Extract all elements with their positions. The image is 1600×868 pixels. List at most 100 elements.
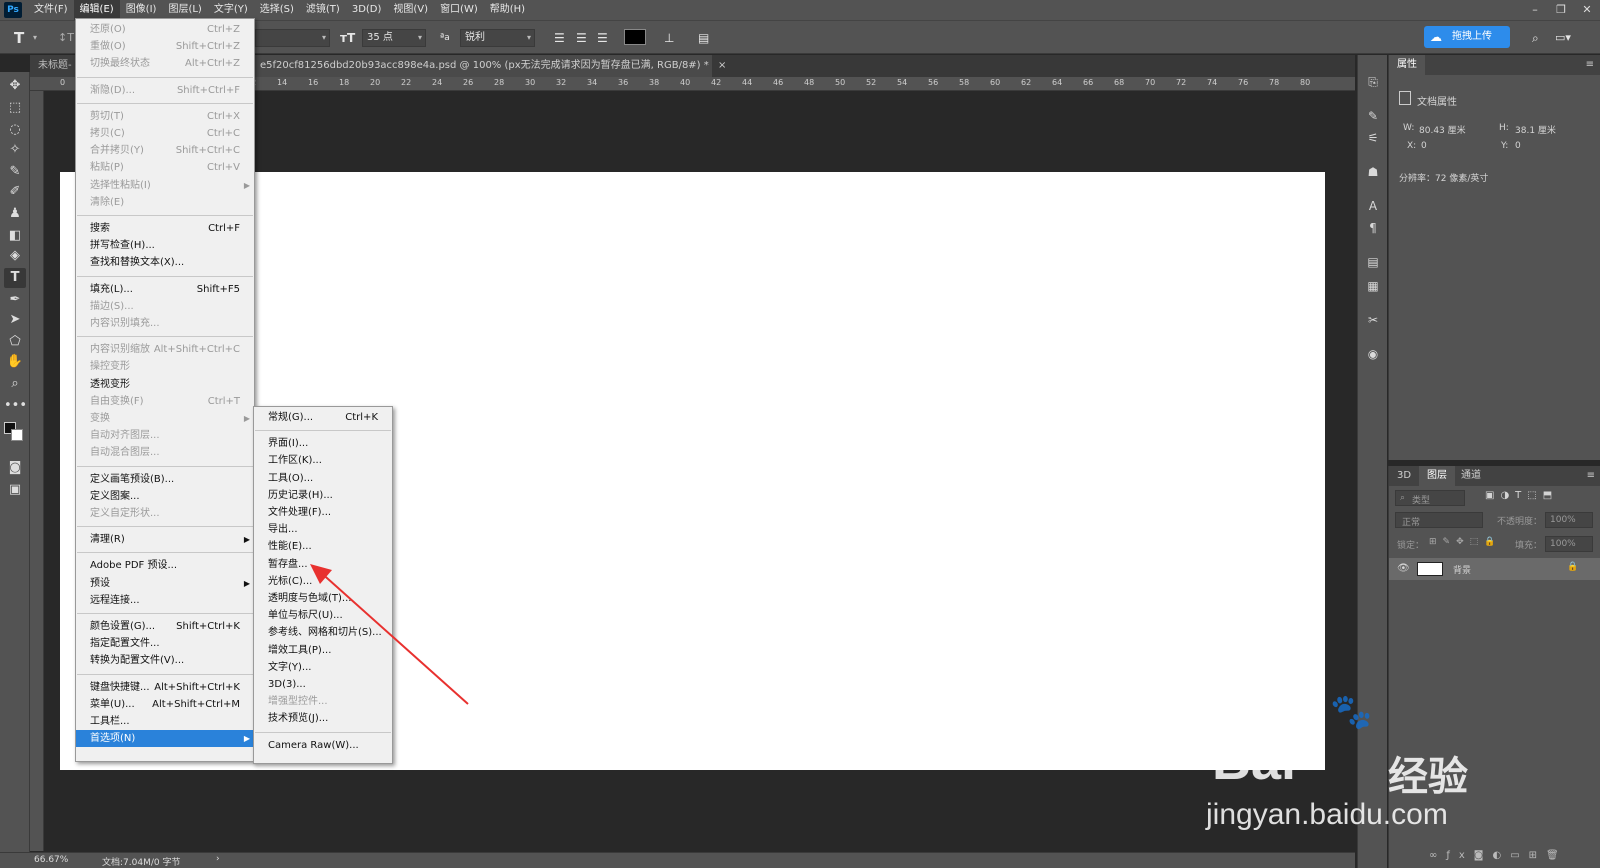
move-tool-icon[interactable]: ✥ bbox=[4, 76, 26, 96]
menu-item[interactable]: 导出... bbox=[254, 521, 392, 538]
hand-tool-icon[interactable]: ✋ bbox=[4, 352, 26, 372]
restore-button[interactable]: ❐ bbox=[1548, 0, 1574, 20]
marquee-tool-icon[interactable]: ⬚ bbox=[4, 98, 26, 118]
close-button[interactable]: ✕ bbox=[1574, 0, 1600, 20]
quick-mask-icon[interactable]: ◙ bbox=[4, 458, 26, 478]
menu-item[interactable]: 性能(E)... bbox=[254, 538, 392, 555]
text-color-swatch[interactable] bbox=[624, 29, 646, 45]
menu-item[interactable]: 选择性粘贴(I) ▶ bbox=[76, 177, 254, 194]
paint-bucket-tool-icon[interactable]: ◈ bbox=[4, 246, 26, 266]
adjustments-icon[interactable]: ⚟ bbox=[1363, 129, 1383, 147]
menu-5[interactable]: 选择(S) bbox=[254, 0, 300, 20]
zoom-tool-icon[interactable]: ⌕ bbox=[4, 374, 26, 394]
layer-footer-icons[interactable]: ∞ƒx◙◐▭⊞🗑 bbox=[1429, 850, 1568, 861]
background-color-swatch[interactable] bbox=[11, 429, 23, 441]
menu-item[interactable]: 内容识别缩放 Alt+Shift+Ctrl+C bbox=[76, 341, 254, 358]
stamp-tool-icon[interactable]: ♟ bbox=[4, 204, 26, 224]
panel-menu-icon[interactable]: ≡ bbox=[1587, 470, 1595, 481]
align-left-icon[interactable]: ☰ bbox=[554, 27, 565, 49]
align-center-icon[interactable]: ☰ bbox=[576, 27, 587, 49]
menu-item[interactable]: 透视变形 bbox=[76, 376, 254, 393]
width-value[interactable]: 80.43 厘米 bbox=[1419, 123, 1466, 136]
menu-item[interactable]: 历史记录(H)... bbox=[254, 487, 392, 504]
menu-10[interactable]: 帮助(H) bbox=[484, 0, 531, 20]
menu-item[interactable]: Adobe PDF 预设... bbox=[76, 557, 254, 574]
menu-item[interactable]: 填充(L)... Shift+F5 bbox=[76, 281, 254, 298]
workspace-icon[interactable]: ▭▾ bbox=[1555, 27, 1571, 49]
menu-item[interactable]: 工作区(K)... bbox=[254, 452, 392, 469]
menu-item[interactable]: 还原(O) Ctrl+Z bbox=[76, 21, 254, 38]
menu-item[interactable]: 工具栏... bbox=[76, 713, 254, 730]
status-menu-arrow-icon[interactable]: › bbox=[216, 854, 220, 864]
cloud-upload-button[interactable]: ☁ 拖拽上传 bbox=[1424, 26, 1510, 48]
layer-filter-input[interactable]: ⌕ 类型 bbox=[1395, 490, 1465, 506]
shape-tool-icon[interactable]: ⬠ bbox=[4, 332, 26, 352]
tab-untitled[interactable]: 未标题- bbox=[30, 55, 78, 77]
menu-item[interactable]: 切换最终状态 Alt+Ctrl+Z bbox=[76, 55, 254, 72]
menu-item[interactable]: 指定配置文件... bbox=[76, 635, 254, 652]
navigator-icon[interactable]: ☗ bbox=[1363, 163, 1383, 181]
menu-item[interactable]: 操控变形 bbox=[76, 358, 254, 375]
menu-item[interactable]: 拼写检查(H)... bbox=[76, 237, 254, 254]
menu-item[interactable]: 搜索 Ctrl+F bbox=[76, 220, 254, 237]
menu-item[interactable]: 内容识别填充... bbox=[76, 315, 254, 332]
menu-item[interactable]: 定义图案... bbox=[76, 488, 254, 505]
screen-mode-icon[interactable]: ▣ bbox=[4, 480, 26, 500]
menu-item[interactable]: 菜单(U)... Alt+Shift+Ctrl+M bbox=[76, 696, 254, 713]
menu-0[interactable]: 文件(F) bbox=[28, 0, 74, 20]
tab-psd-document[interactable]: e5f20cf81256dbd20b93acc898e4a.psd @ 100%… bbox=[252, 55, 726, 77]
menu-6[interactable]: 滤镜(T) bbox=[300, 0, 346, 20]
menu-item[interactable]: 定义自定形状... bbox=[76, 505, 254, 522]
menu-item[interactable]: 变换 ▶ bbox=[76, 410, 254, 427]
tab-channels[interactable]: 通道 bbox=[1453, 466, 1489, 486]
character-icon[interactable]: A bbox=[1363, 197, 1383, 215]
menu-2[interactable]: 图像(I) bbox=[120, 0, 163, 20]
eraser-tool-icon[interactable]: ◧ bbox=[4, 226, 26, 246]
menu-item[interactable]: Camera Raw(W)... bbox=[254, 737, 392, 754]
menu-item[interactable]: 文件处理(F)... bbox=[254, 504, 392, 521]
font-size-select[interactable]: 35 点 ▾ bbox=[362, 29, 426, 47]
path-selection-tool-icon[interactable]: ➤ bbox=[4, 310, 26, 330]
lasso-tool-icon[interactable]: ◌ bbox=[4, 120, 26, 140]
tab-layers[interactable]: 图层 bbox=[1419, 466, 1455, 486]
paragraph-icon[interactable]: ¶ bbox=[1363, 219, 1383, 237]
minimize-button[interactable]: – bbox=[1522, 0, 1548, 20]
menu-3[interactable]: 图层(L) bbox=[162, 0, 207, 20]
fill-input[interactable]: 100% bbox=[1545, 536, 1593, 552]
brush-settings-icon[interactable]: ✎ bbox=[1363, 107, 1383, 125]
menu-item[interactable]: 粘贴(P) Ctrl+V bbox=[76, 159, 254, 176]
menu-item[interactable]: 描边(S)... bbox=[76, 298, 254, 315]
libraries-icon[interactable]: ▤ bbox=[1363, 253, 1383, 271]
menu-item[interactable]: 自动对齐图层... bbox=[76, 427, 254, 444]
type-tool-icon[interactable]: T bbox=[4, 268, 26, 288]
creative-cloud-icon[interactable]: ◉ bbox=[1363, 345, 1383, 363]
notes-icon[interactable]: ▦ bbox=[1363, 277, 1383, 295]
layer-filter-icons[interactable]: ▣◑T⬚⬒ bbox=[1485, 490, 1558, 501]
tools-icon[interactable]: ✂ bbox=[1363, 311, 1383, 329]
tab-properties[interactable]: 属性 bbox=[1389, 55, 1425, 75]
x-value[interactable]: 0 bbox=[1421, 141, 1427, 151]
height-value[interactable]: 38.1 厘米 bbox=[1515, 123, 1556, 136]
blend-mode-select[interactable]: 正常 bbox=[1395, 512, 1483, 528]
menu-item[interactable]: 合并拷贝(Y) Shift+Ctrl+C bbox=[76, 142, 254, 159]
orientation-toggle-icon[interactable]: ↕T bbox=[58, 27, 74, 49]
menu-item[interactable]: 清理(R) ▶ bbox=[76, 531, 254, 548]
menu-8[interactable]: 视图(V) bbox=[387, 0, 434, 20]
menu-4[interactable]: 文字(Y) bbox=[208, 0, 254, 20]
menu-item[interactable]: 渐隐(D)... Shift+Ctrl+F bbox=[76, 82, 254, 99]
search-icon[interactable]: ⌕ bbox=[1532, 27, 1539, 49]
menu-item[interactable]: 剪切(T) Ctrl+X bbox=[76, 108, 254, 125]
menu-item[interactable]: 预设 ▶ bbox=[76, 575, 254, 592]
panel-menu-icon[interactable]: ≡ bbox=[1586, 59, 1594, 70]
menu-item[interactable]: 定义画笔预设(B)... bbox=[76, 471, 254, 488]
opacity-input[interactable]: 100% bbox=[1545, 512, 1593, 528]
menu-item[interactable]: 自由变换(F) Ctrl+T bbox=[76, 393, 254, 410]
lock-icons[interactable]: ⊞✎✥⬚🔒 bbox=[1429, 537, 1501, 547]
magic-wand-tool-icon[interactable]: ✧ bbox=[4, 140, 26, 160]
eye-icon[interactable]: 👁 bbox=[1397, 563, 1410, 574]
antialias-select[interactable]: 锐利 ▾ bbox=[460, 29, 535, 47]
tab-3d[interactable]: 3D bbox=[1389, 466, 1419, 486]
menu-7[interactable]: 3D(D) bbox=[346, 0, 388, 20]
character-panel-icon[interactable]: ▤ bbox=[698, 27, 709, 49]
history-panel-icon[interactable]: ⎘ bbox=[1363, 73, 1383, 91]
